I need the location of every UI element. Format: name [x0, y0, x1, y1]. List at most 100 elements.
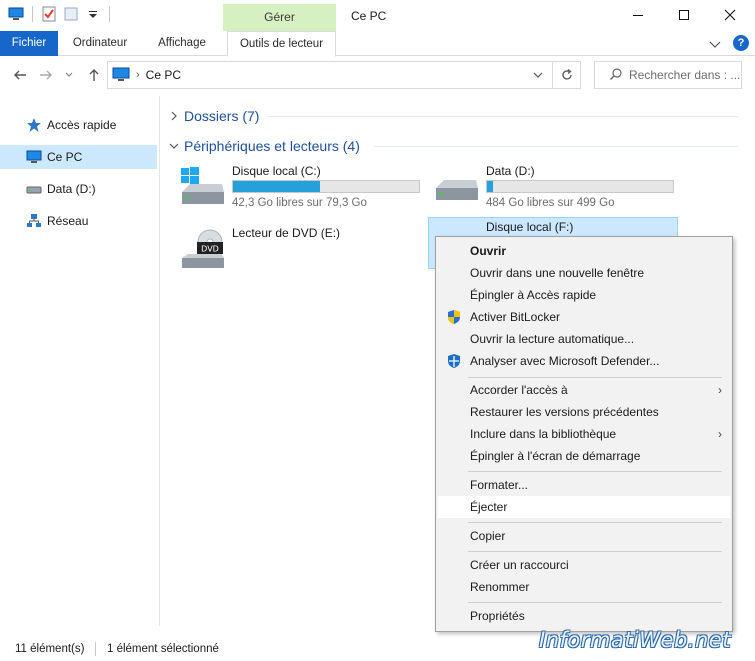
title-bar: Gérer Ce PC	[0, 0, 755, 31]
navigation-pane: Accès rapide Ce PC Data (D:) Réseau	[0, 96, 160, 626]
menu-item-ouvrir[interactable]: Ouvrir	[438, 240, 730, 262]
arrow-up-icon	[89, 69, 99, 81]
sidebar-item-reseau[interactable]: Réseau	[0, 209, 157, 233]
drive-name: Disque local (F:)	[486, 220, 574, 234]
drive-usage-fill	[233, 181, 320, 192]
menu-separator	[468, 522, 722, 523]
menu-item-eject[interactable]: Éjecter	[438, 496, 730, 518]
computer-icon[interactable]	[8, 6, 24, 22]
tab-ordinateur[interactable]: Ordinateur	[62, 31, 138, 56]
drive-name: Disque local (C:)	[232, 164, 321, 178]
ribbon-tabs: Fichier Ordinateur Affichage Outils de l…	[0, 31, 755, 57]
breadcrumb[interactable]: Ce PC	[146, 68, 181, 82]
menu-separator	[468, 377, 722, 378]
sidebar-item-label: Data (D:)	[47, 182, 96, 196]
search-box[interactable]: Rechercher dans : ...	[594, 61, 742, 89]
address-bar[interactable]: › Ce PC	[107, 61, 553, 89]
sidebar-item-data-d[interactable]: Data (D:)	[0, 177, 157, 201]
menu-item-include-library[interactable]: Inclure dans la bibliothèque ›	[438, 423, 730, 445]
drive-item-c[interactable]: Disque local (C:) 42,3 Go libres sur 79,…	[180, 164, 430, 212]
menu-item-format[interactable]: Formater...	[438, 474, 730, 496]
menu-item-pin-start[interactable]: Épingler à l'écran de démarrage	[438, 445, 730, 467]
sidebar-item-acces-rapide[interactable]: Accès rapide	[0, 113, 157, 137]
arrow-right-icon	[40, 70, 52, 80]
dvd-drive-icon: DVD	[180, 228, 226, 272]
group-title: Périphériques et lecteurs (4)	[184, 138, 360, 154]
forward-button[interactable]	[36, 65, 56, 85]
status-divider	[95, 642, 96, 656]
defender-icon	[446, 353, 462, 369]
maximize-button[interactable]	[661, 0, 707, 30]
close-icon	[724, 9, 736, 21]
tab-affichage[interactable]: Affichage	[148, 31, 216, 56]
minimize-button[interactable]	[615, 0, 661, 30]
toolbar-divider	[109, 6, 110, 22]
menu-item-give-access[interactable]: Accorder l'accès à ›	[438, 379, 730, 401]
group-divider	[374, 146, 738, 147]
menu-item-properties[interactable]: Propriétés	[438, 605, 730, 627]
close-button[interactable]	[707, 0, 753, 30]
properties-icon[interactable]	[41, 6, 57, 22]
group-divider	[268, 116, 738, 117]
drive-item-d[interactable]: Data (D:) 484 Go libres sur 499 Go	[434, 164, 684, 212]
tab-fichier[interactable]: Fichier	[0, 31, 58, 56]
drive-space-info: 42,3 Go libres sur 79,3 Go	[232, 197, 367, 209]
tab-outils-de-lecteur[interactable]: Outils de lecteur	[227, 31, 336, 57]
menu-separator	[468, 551, 722, 552]
drive-usage-bar	[486, 180, 674, 193]
menu-item-create-shortcut[interactable]: Créer un raccourci	[438, 554, 730, 576]
menu-item-autoplay[interactable]: Ouvrir la lecture automatique...	[438, 328, 730, 350]
chevron-down-icon	[65, 72, 73, 77]
quick-access-toolbar	[8, 6, 112, 22]
computer-icon	[112, 66, 130, 85]
back-button[interactable]	[10, 65, 30, 85]
chevron-down-icon	[709, 41, 721, 48]
menu-item-pin-quick-access[interactable]: Épingler à Accès rapide	[438, 284, 730, 306]
drive-item-e[interactable]: DVD Lecteur de DVD (E:)	[180, 226, 430, 274]
menu-separator	[468, 602, 722, 603]
sidebar-item-label: Ce PC	[47, 150, 83, 164]
breadcrumb-separator[interactable]: ›	[136, 69, 140, 81]
hard-drive-icon	[434, 166, 480, 210]
context-tab-group-label: Gérer	[223, 4, 336, 31]
customize-toolbar-icon[interactable]	[85, 6, 101, 22]
menu-item-copy[interactable]: Copier	[438, 525, 730, 547]
chevron-right-icon: ›	[718, 383, 722, 397]
menu-item-rename[interactable]: Renommer	[438, 576, 730, 598]
chevron-right-icon	[168, 110, 180, 122]
menu-item-bitlocker[interactable]: Activer BitLocker	[438, 306, 730, 328]
refresh-icon	[561, 68, 572, 80]
recent-locations-button[interactable]	[62, 65, 76, 85]
item-count: 11 élément(s)	[15, 642, 85, 655]
menu-item-restore-versions[interactable]: Restaurer les versions précédentes	[438, 401, 730, 423]
navigation-bar: › Ce PC Rechercher dans : ...	[0, 57, 755, 93]
group-header-dossiers[interactable]: Dossiers (7)	[168, 105, 259, 127]
menu-item-open-new-window[interactable]: Ouvrir dans une nouvelle fenêtre	[438, 262, 730, 284]
group-header-peripheriques[interactable]: Périphériques et lecteurs (4)	[168, 135, 360, 157]
drive-name: Data (D:)	[486, 164, 535, 178]
help-button[interactable]: ?	[733, 35, 749, 51]
drive-usage-fill	[487, 181, 493, 192]
new-folder-icon[interactable]	[63, 6, 79, 22]
dvd-badge: DVD	[201, 245, 219, 254]
up-button[interactable]	[84, 65, 104, 85]
menu-separator	[468, 471, 722, 472]
menu-item-defender-scan[interactable]: Analyser avec Microsoft Defender...	[438, 350, 730, 372]
network-icon	[26, 213, 42, 229]
sidebar-item-label: Réseau	[47, 214, 89, 228]
search-placeholder: Rechercher dans : ...	[629, 68, 741, 82]
ribbon-expand-button[interactable]	[709, 38, 721, 52]
sidebar-item-ce-pc[interactable]: Ce PC	[0, 145, 157, 169]
drive-usage-bar	[232, 180, 420, 193]
maximize-icon	[679, 10, 689, 20]
minimize-icon	[633, 15, 643, 16]
drive-icon	[26, 181, 42, 197]
selection-count: 1 élément sélectionné	[107, 642, 219, 655]
address-history-button[interactable]	[532, 69, 544, 84]
windows-drive-icon	[180, 166, 226, 210]
chevron-down-icon	[168, 142, 180, 150]
search-icon	[609, 67, 623, 84]
drive-name: Lecteur de DVD (E:)	[232, 226, 341, 240]
refresh-button[interactable]	[553, 61, 581, 89]
group-title: Dossiers (7)	[184, 108, 260, 124]
